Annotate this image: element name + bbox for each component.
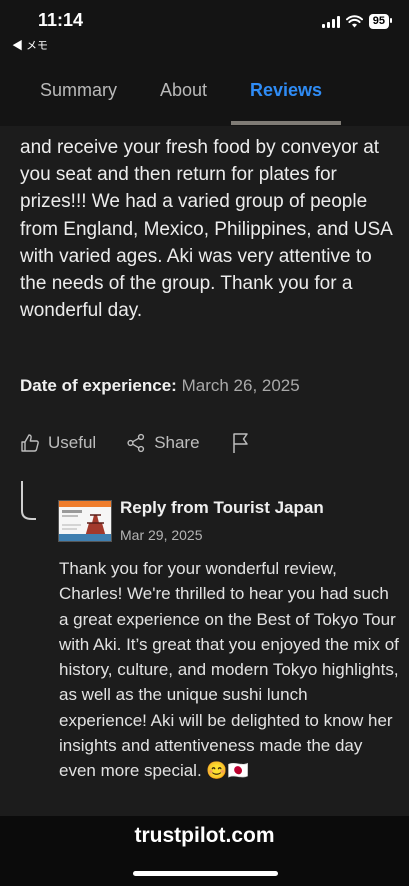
date-of-experience: Date of experience: March 26, 2025 — [20, 376, 300, 396]
useful-label: Useful — [48, 433, 97, 452]
reply-date: Mar 29, 2025 — [120, 527, 203, 543]
wifi-icon — [345, 15, 363, 28]
useful-button[interactable]: Useful — [20, 433, 96, 453]
review-actions: Useful Share — [20, 432, 250, 454]
status-time: 11:14 — [38, 10, 84, 30]
share-icon — [127, 433, 145, 453]
status-icons: 95 — [321, 14, 393, 29]
reply-text: Thank you for your wonderful review, Cha… — [59, 559, 399, 781]
share-label: Share — [154, 433, 200, 452]
company-thumbnail — [58, 500, 112, 542]
reply-title: Reply from Tourist Japan — [120, 498, 324, 517]
url-domain[interactable]: trustpilot.com — [0, 824, 409, 848]
signal-icon — [321, 15, 340, 28]
back-to-app-link[interactable]: ◀ メモ — [12, 37, 48, 53]
status-bar: 11:14 ◀ メモ 95 — [0, 0, 409, 58]
reply-connector-line — [21, 481, 36, 520]
review-text: and receive your fresh food by conveyor … — [20, 137, 392, 322]
browser-footer: trustpilot.com — [0, 816, 409, 886]
flag-icon — [232, 433, 248, 453]
tab-summary[interactable]: Summary — [40, 80, 117, 101]
report-button[interactable] — [232, 432, 250, 454]
tab-about[interactable]: About — [160, 80, 207, 101]
battery-indicator: 95 — [368, 14, 393, 29]
tab-reviews[interactable]: Reviews — [250, 80, 322, 101]
thumbs-up-icon — [21, 434, 39, 452]
tab-bar: Summary About Reviews — [0, 58, 409, 126]
home-indicator[interactable] — [133, 871, 278, 876]
active-tab-indicator — [231, 121, 341, 125]
date-of-experience-value: March 26, 2025 — [181, 376, 300, 395]
date-of-experience-label: Date of experience: — [20, 376, 177, 395]
share-button[interactable]: Share — [126, 433, 200, 453]
